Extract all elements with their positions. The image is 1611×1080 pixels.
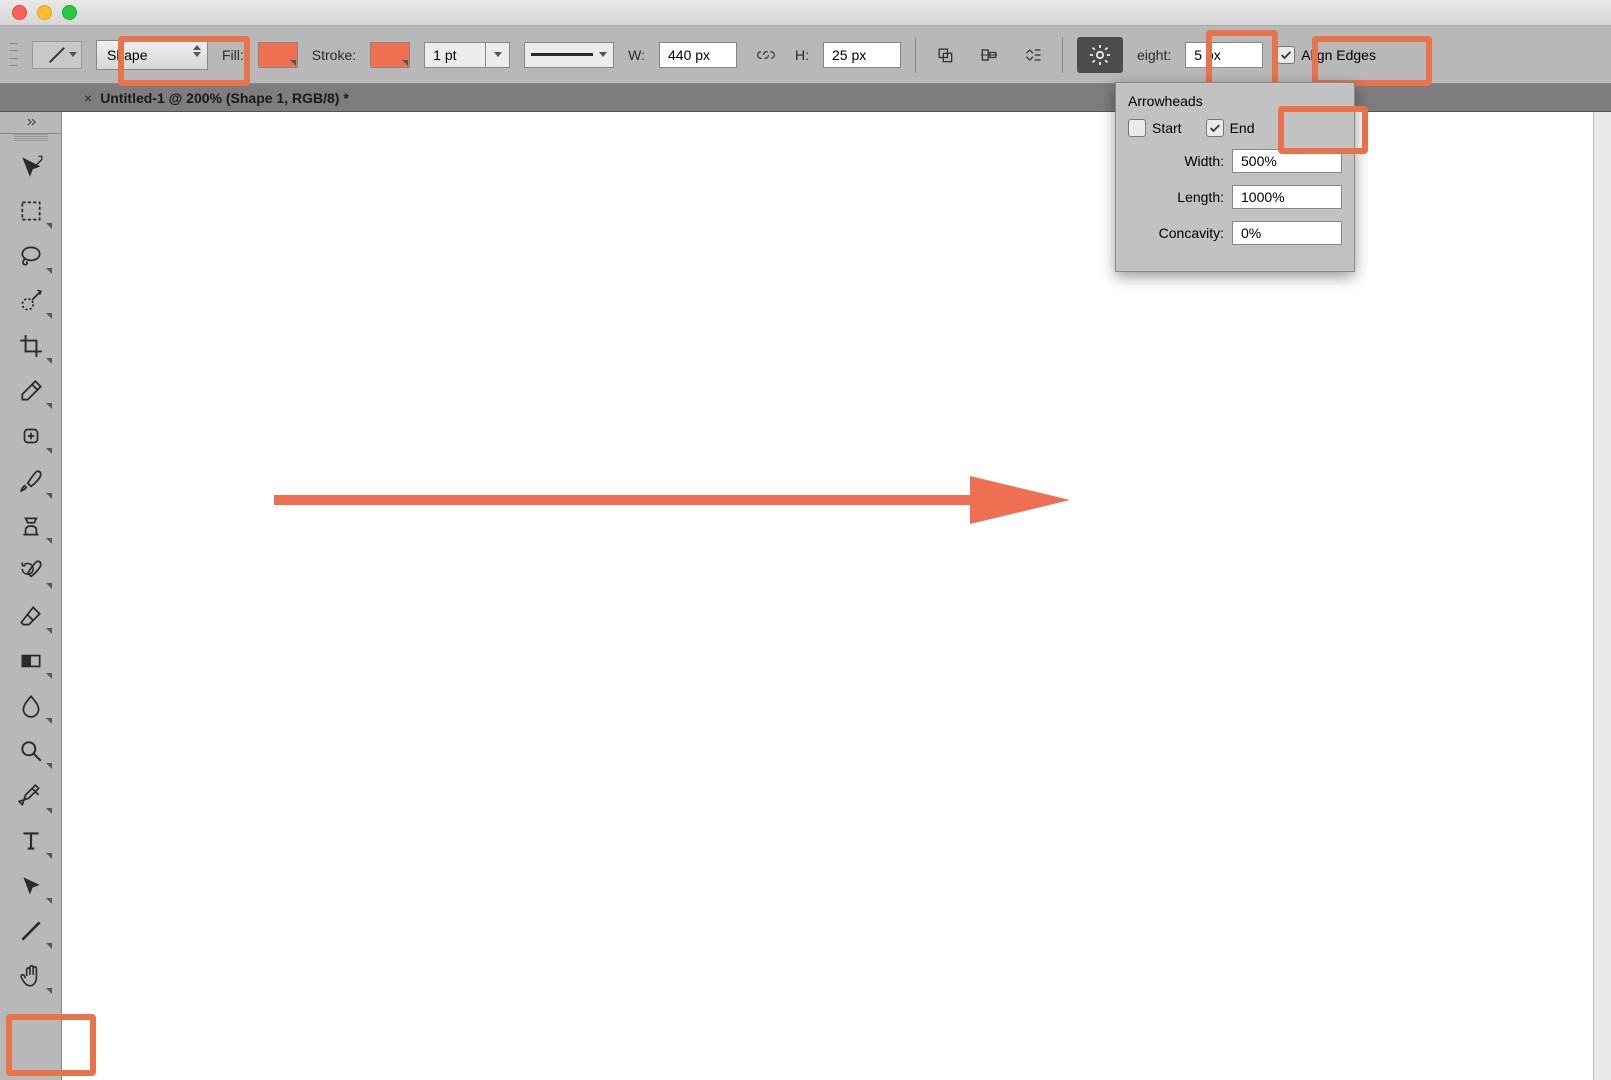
- height-label: H:: [795, 47, 809, 63]
- clone-stamp-tool[interactable]: [7, 505, 55, 547]
- arrowheads-start-checkbox[interactable]: Start: [1128, 119, 1182, 137]
- arrowheads-concavity-input[interactable]: [1232, 221, 1342, 245]
- hand-tool[interactable]: [7, 955, 55, 997]
- arrowheads-concavity-label: Concavity:: [1159, 225, 1224, 241]
- shape-mode-label: Shape: [107, 47, 147, 63]
- stroke-label: Stroke:: [312, 47, 356, 63]
- gradient-tool[interactable]: [7, 640, 55, 682]
- crop-tool-icon: [18, 333, 44, 359]
- type-tool[interactable]: [7, 820, 55, 862]
- healing-brush-tool-icon: [18, 423, 44, 449]
- blur-tool-icon: [18, 693, 44, 719]
- arrowheads-panel: Arrowheads Start End Width: Length: Conc…: [1115, 82, 1355, 272]
- close-tab-icon[interactable]: ×: [84, 90, 92, 106]
- document-tab[interactable]: × Untitled-1 @ 200% (Shape 1, RGB/8) *: [72, 84, 361, 111]
- hand-tool-icon: [18, 963, 44, 989]
- window-titlebar: [0, 0, 1611, 26]
- width-input[interactable]: [659, 42, 737, 68]
- fill-label: Fill:: [222, 47, 244, 63]
- separator: [915, 37, 916, 73]
- fill-color-swatch[interactable]: [258, 42, 298, 68]
- arrowheads-width-label: Width:: [1184, 153, 1224, 169]
- arrow-shape-on-canvas[interactable]: [270, 470, 1090, 530]
- maximize-window-button[interactable]: [62, 5, 77, 20]
- toolbar-expand-handle[interactable]: [0, 114, 61, 134]
- lasso-tool[interactable]: [7, 235, 55, 277]
- move-tool[interactable]: [7, 145, 55, 187]
- pen-tool[interactable]: [7, 775, 55, 817]
- eraser-tool[interactable]: [7, 595, 55, 637]
- history-brush-tool-icon: [18, 558, 44, 584]
- canvas[interactable]: [62, 112, 1611, 1080]
- lasso-tool-icon: [18, 243, 44, 269]
- checkmark-icon: [1279, 48, 1293, 62]
- dodge-tool-icon: [18, 738, 44, 764]
- tools-panel: [0, 112, 62, 1080]
- document-tab-strip: × Untitled-1 @ 200% (Shape 1, RGB/8) *: [0, 84, 1611, 112]
- line-icon: [46, 44, 68, 66]
- healing-brush-tool[interactable]: [7, 415, 55, 457]
- width-label: W:: [628, 47, 645, 63]
- stroke-weight-field[interactable]: 1 pt: [424, 42, 510, 68]
- arrowheads-length-label: Length:: [1177, 189, 1224, 205]
- close-window-button[interactable]: [12, 5, 27, 20]
- line-tool[interactable]: [7, 910, 55, 952]
- arrowheads-end-checkbox[interactable]: End: [1206, 119, 1255, 137]
- minimize-window-button[interactable]: [37, 5, 52, 20]
- geometry-options-button[interactable]: [1077, 37, 1123, 73]
- link-wh-icon[interactable]: [751, 40, 781, 70]
- options-bar: Shape Fill: Stroke: 1 pt W: H: eight: Al…: [0, 26, 1611, 84]
- pen-tool-icon: [18, 783, 44, 809]
- gear-icon: [1088, 43, 1112, 67]
- eyedropper-tool[interactable]: [7, 370, 55, 412]
- options-bar-grip[interactable]: [10, 40, 18, 70]
- path-arrange-icon[interactable]: [1018, 40, 1048, 70]
- arrowheads-width-input[interactable]: [1232, 149, 1342, 173]
- type-tool-icon: [18, 828, 44, 854]
- align-edges-label: Align Edges: [1301, 47, 1376, 63]
- eraser-tool-icon: [18, 603, 44, 629]
- crop-tool[interactable]: [7, 325, 55, 367]
- quick-selection-tool-icon: [18, 288, 44, 314]
- blur-tool[interactable]: [7, 685, 55, 727]
- gradient-tool-icon: [18, 648, 44, 674]
- stroke-weight-value: 1 pt: [425, 47, 485, 63]
- weight-input[interactable]: [1185, 42, 1263, 68]
- clone-stamp-tool-icon: [18, 513, 44, 539]
- path-selection-tool[interactable]: [7, 865, 55, 907]
- align-edges-checkbox[interactable]: Align Edges: [1277, 46, 1376, 64]
- rectangular-marquee-tool-icon: [18, 198, 44, 224]
- history-brush-tool[interactable]: [7, 550, 55, 592]
- vertical-scrollbar[interactable]: [1593, 112, 1611, 1080]
- path-op-combine-icon[interactable]: [930, 40, 960, 70]
- quick-selection-tool[interactable]: [7, 280, 55, 322]
- active-tool-indicator[interactable]: [32, 41, 82, 69]
- stroke-style-dropdown[interactable]: [524, 42, 614, 68]
- brush-tool[interactable]: [7, 460, 55, 502]
- line-tool-icon: [18, 918, 44, 944]
- checkmark-icon: [1208, 121, 1222, 135]
- move-tool-icon: [18, 153, 44, 179]
- shape-mode-dropdown[interactable]: Shape: [96, 40, 208, 70]
- rectangular-marquee-tool[interactable]: [7, 190, 55, 232]
- arrowheads-length-input[interactable]: [1232, 185, 1342, 209]
- dodge-tool[interactable]: [7, 730, 55, 772]
- arrowheads-title: Arrowheads: [1128, 93, 1342, 109]
- separator: [1062, 37, 1063, 73]
- height-input[interactable]: [823, 42, 901, 68]
- brush-tool-icon: [18, 468, 44, 494]
- document-tab-title: Untitled-1 @ 200% (Shape 1, RGB/8) *: [100, 90, 349, 106]
- toolbar-grip[interactable]: [14, 134, 48, 142]
- eyedropper-tool-icon: [18, 378, 44, 404]
- weight-label: eight:: [1137, 47, 1171, 63]
- path-align-icon[interactable]: [974, 40, 1004, 70]
- path-selection-tool-icon: [18, 873, 44, 899]
- arrowheads-start-label: Start: [1152, 120, 1182, 136]
- arrowheads-end-label: End: [1230, 120, 1255, 136]
- stroke-color-swatch[interactable]: [370, 42, 410, 68]
